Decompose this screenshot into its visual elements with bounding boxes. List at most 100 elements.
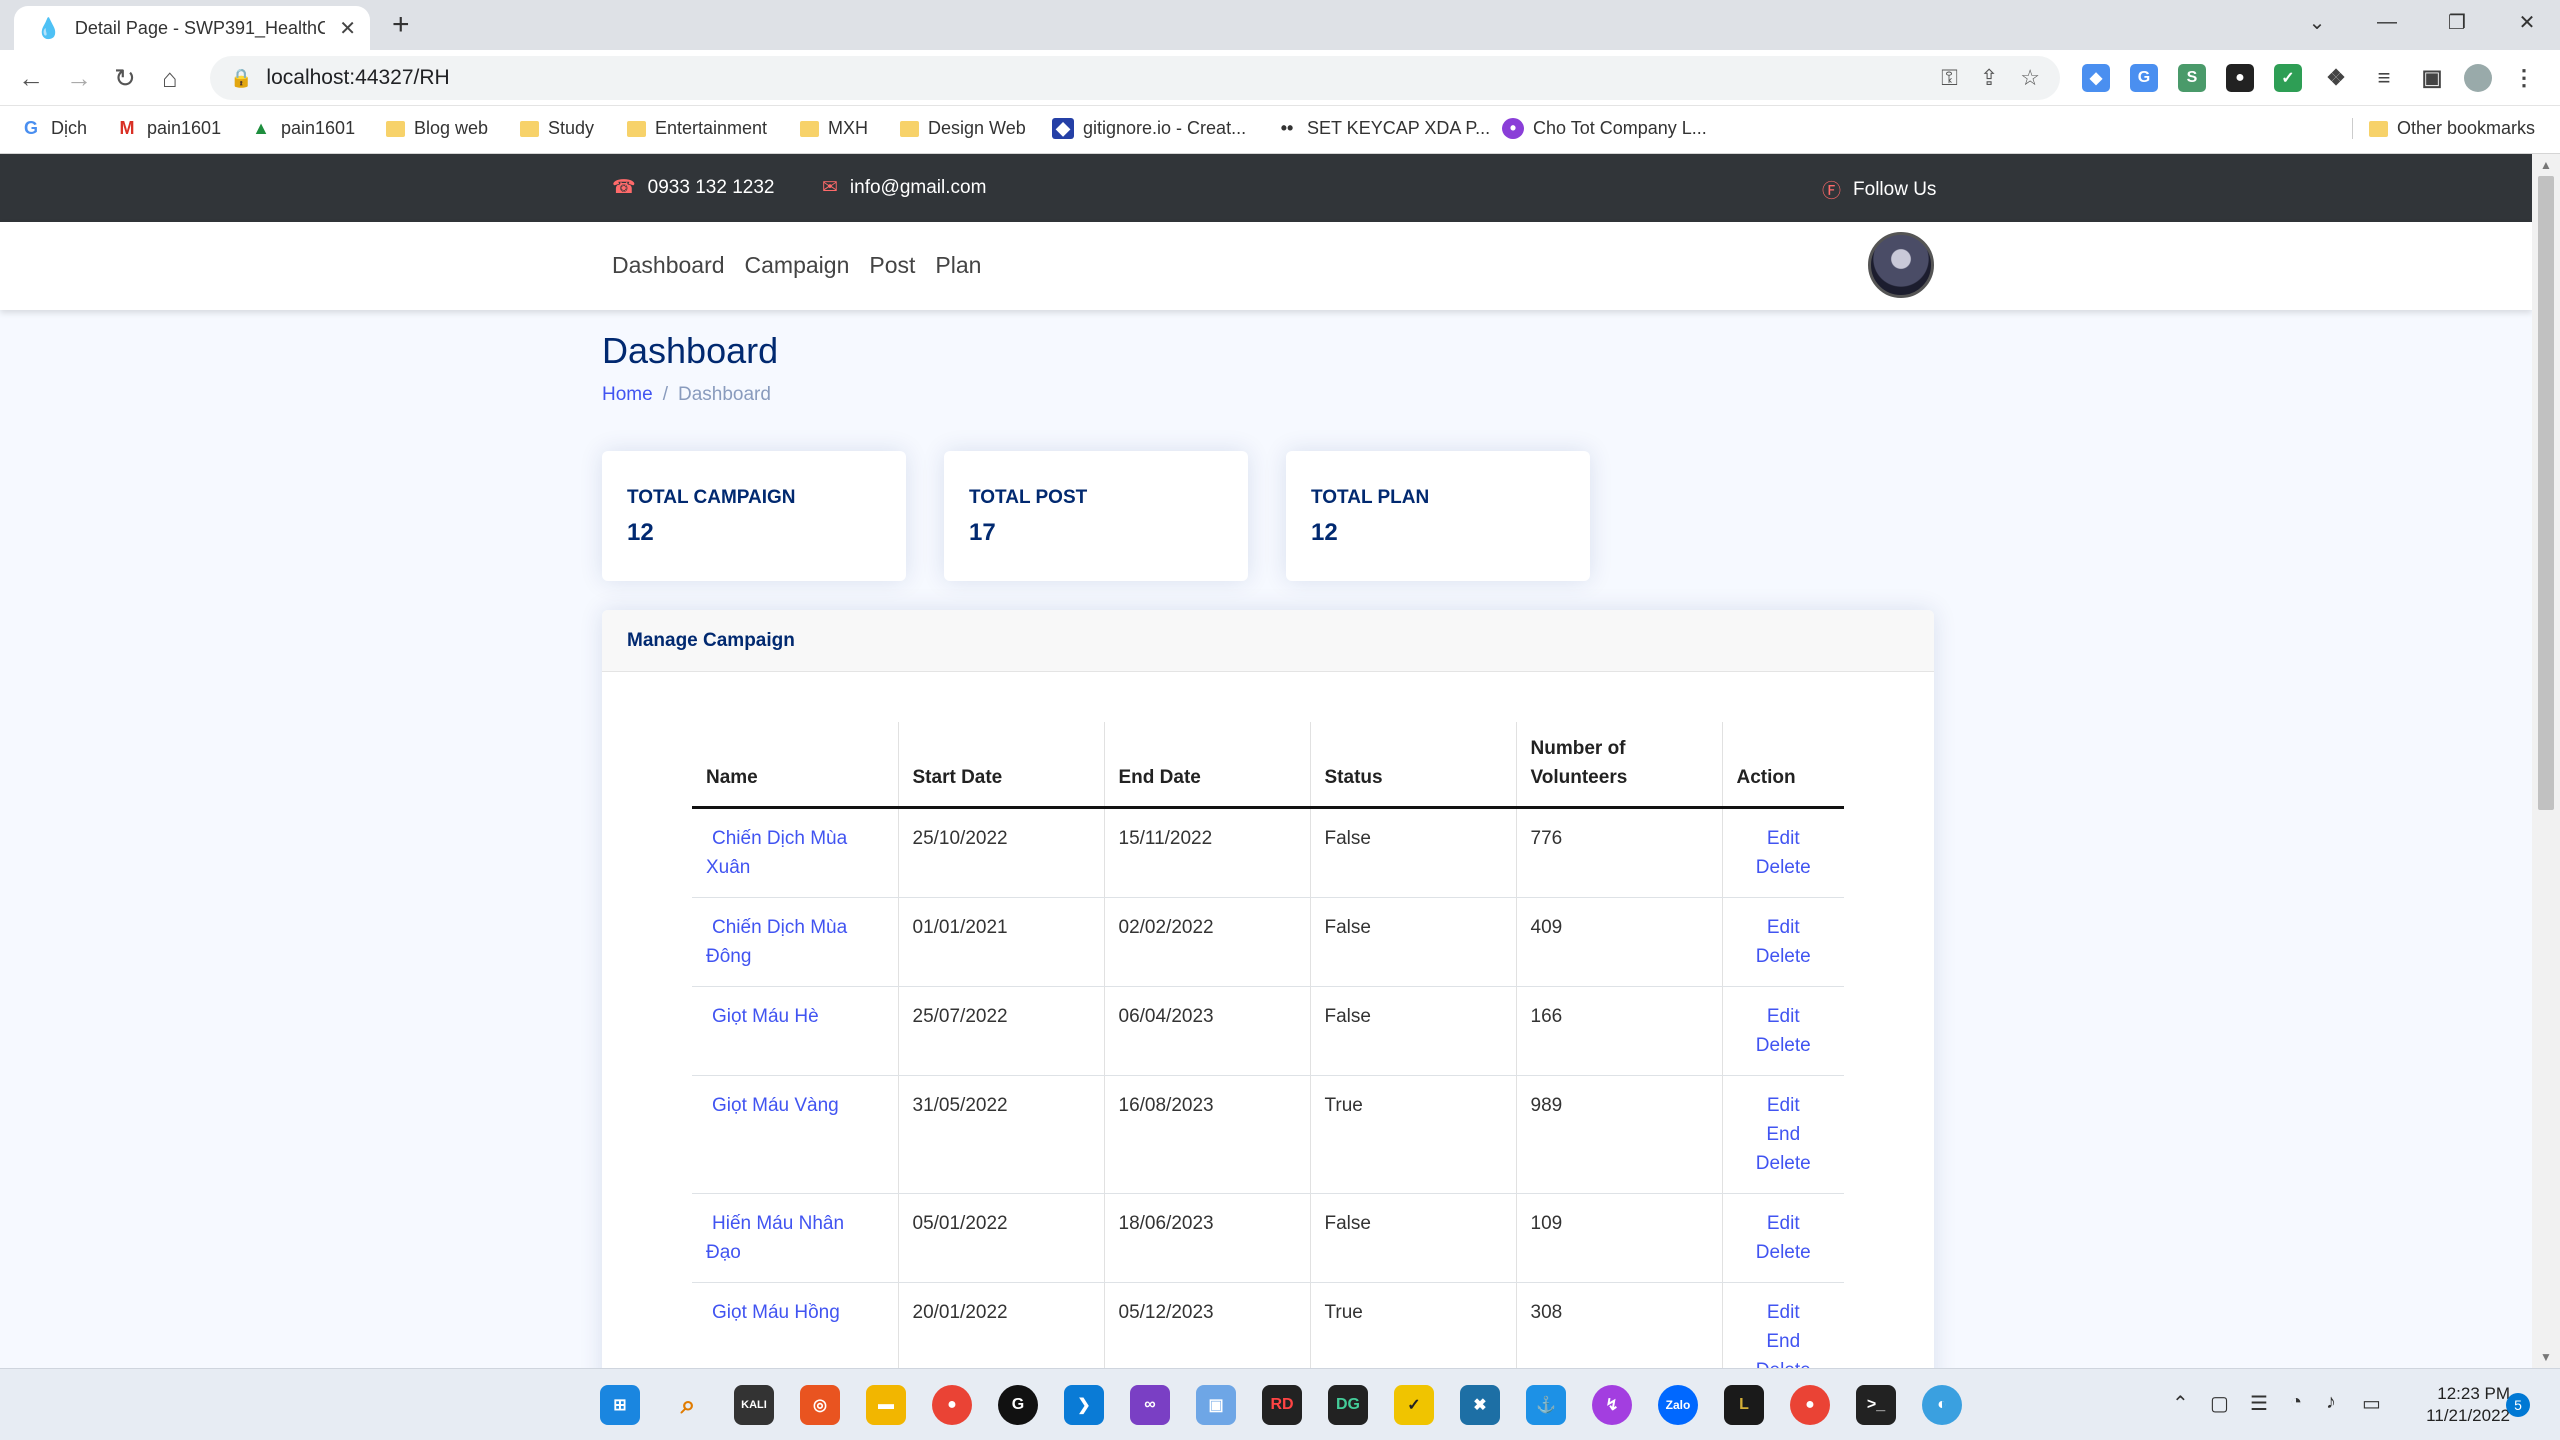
share-icon[interactable]: ⇪ xyxy=(1980,65,1998,91)
tab-search-icon[interactable]: ⌄ xyxy=(2282,0,2352,44)
edit-link[interactable]: Edit xyxy=(1731,1002,1837,1031)
reload-icon[interactable]: ↻ xyxy=(114,62,136,94)
tray-overflow-icon[interactable]: ⌃ xyxy=(2172,1391,2189,1416)
visual-studio-icon[interactable]: ∞ xyxy=(1130,1385,1170,1425)
side-panel-icon[interactable]: ▣ xyxy=(2418,64,2446,92)
chrome-profile-icon[interactable]: ● xyxy=(1790,1385,1830,1425)
other-bookmarks[interactable]: Other bookmarks xyxy=(2352,118,2535,139)
delete-link[interactable]: Delete xyxy=(1731,942,1837,971)
nav-dashboard[interactable]: Dashboard xyxy=(612,252,725,279)
campaign-name-link[interactable]: Giọt Máu Hè xyxy=(706,1006,819,1027)
terminal-icon[interactable]: >_ xyxy=(1856,1385,1896,1425)
browser-menu-icon[interactable]: ⋮ xyxy=(2510,64,2538,92)
nav-plan[interactable]: Plan xyxy=(935,252,981,279)
bookmark-item[interactable]: Blog web xyxy=(386,118,488,139)
delete-link[interactable]: Delete xyxy=(1731,1149,1837,1178)
reading-list-icon[interactable]: ≡ xyxy=(2370,64,2398,92)
rider-icon[interactable]: RD xyxy=(1262,1385,1302,1425)
new-tab-icon[interactable]: + xyxy=(392,8,410,42)
ssms-icon[interactable]: ✖ xyxy=(1460,1385,1500,1425)
language-icon[interactable]: ☰ xyxy=(2250,1391,2268,1416)
contact-email[interactable]: ✉ info@gmail.com xyxy=(822,176,986,199)
campaign-name-link[interactable]: Chiến Dịch Mùa Xuân xyxy=(706,828,847,878)
messenger-icon[interactable]: ↯ xyxy=(1592,1385,1632,1425)
column-header-status: Status xyxy=(1310,722,1517,809)
minimize-icon[interactable]: — xyxy=(2352,0,2422,44)
end-link[interactable]: End xyxy=(1731,1327,1837,1356)
breadcrumb-home[interactable]: Home xyxy=(602,384,653,405)
docker-icon[interactable]: ⚓ xyxy=(1526,1385,1566,1425)
back-icon[interactable]: ← xyxy=(18,62,44,94)
g-app-icon[interactable]: G xyxy=(998,1385,1038,1425)
wifi-icon[interactable]: ◔ xyxy=(2290,1391,2302,1414)
bookmark-item[interactable]: MXH xyxy=(800,118,868,139)
user-avatar[interactable] xyxy=(1868,232,1934,298)
delete-link[interactable]: Delete xyxy=(1731,1238,1837,1267)
file-explorer-icon[interactable]: ▬ xyxy=(866,1385,906,1425)
chrome-icon[interactable]: ● xyxy=(932,1385,972,1425)
address-bar[interactable]: 🔒 localhost:44327/RH ⚿ ⇪ ☆ xyxy=(210,56,2060,100)
sticky-app-icon[interactable]: ✓ xyxy=(1394,1385,1434,1425)
bookmark-item[interactable]: ▲ pain1601 xyxy=(250,118,355,139)
globe-app-icon[interactable]: ◐ xyxy=(1922,1385,1962,1425)
vscode-icon[interactable]: ❯ xyxy=(1064,1385,1104,1425)
bookmark-item[interactable]: G Dịch xyxy=(20,118,87,139)
extension-translate-icon[interactable]: G xyxy=(2130,64,2158,92)
forward-icon[interactable]: → xyxy=(66,62,92,94)
tray-app-icon[interactable]: ▢ xyxy=(2210,1391,2229,1416)
battery-icon[interactable]: ▭ xyxy=(2362,1391,2381,1416)
nav-campaign[interactable]: Campaign xyxy=(745,252,850,279)
bookmark-item[interactable]: Study xyxy=(520,118,594,139)
star-icon[interactable]: ☆ xyxy=(2020,65,2040,91)
kali-icon[interactable]: KALI xyxy=(734,1385,774,1425)
extension-shield-icon[interactable]: ✓ xyxy=(2274,64,2302,92)
close-tab-icon[interactable]: ✕ xyxy=(339,16,356,41)
scroll-down-icon[interactable]: ▼ xyxy=(2540,1350,2552,1364)
key-icon[interactable]: ⚿ xyxy=(1941,65,1958,91)
campaign-name-link[interactable]: Chiến Dịch Mùa Đông xyxy=(706,917,847,967)
campaign-name-link[interactable]: Giọt Máu Vàng xyxy=(706,1095,839,1116)
edit-link[interactable]: Edit xyxy=(1731,1298,1837,1327)
extension-s-icon[interactable]: S xyxy=(2178,64,2206,92)
browser-tab[interactable]: 💧 Detail Page - SWP391_HealthCar ✕ xyxy=(14,6,370,50)
profile-avatar-icon[interactable] xyxy=(2464,64,2492,92)
edit-link[interactable]: Edit xyxy=(1731,1091,1837,1120)
campaign-name-link[interactable]: Hiến Máu Nhân Đạo xyxy=(706,1213,844,1263)
bookmark-item[interactable]: Design Web xyxy=(900,118,1026,139)
edit-link[interactable]: Edit xyxy=(1731,913,1837,942)
bookmark-item[interactable]: ◆ gitignore.io - Creat... xyxy=(1052,118,1246,139)
system-clock[interactable]: 12:23 PM 11/21/2022 xyxy=(2400,1383,2510,1427)
cube-app-icon[interactable]: ▣ xyxy=(1196,1385,1236,1425)
home-icon[interactable]: ⌂ xyxy=(162,62,178,94)
ubuntu-icon[interactable]: ◎ xyxy=(800,1385,840,1425)
edit-link[interactable]: Edit xyxy=(1731,824,1837,853)
extension-drop-icon[interactable]: ◆ xyxy=(2082,64,2110,92)
bookmark-item[interactable]: • Cho Tot Company L... xyxy=(1502,118,1707,139)
scrollbar-thumb[interactable] xyxy=(2538,176,2554,810)
close-window-icon[interactable]: ✕ xyxy=(2492,0,2560,44)
notification-badge[interactable]: 5 xyxy=(2506,1393,2530,1417)
end-link[interactable]: End xyxy=(1731,1120,1837,1149)
nav-post[interactable]: Post xyxy=(869,252,915,279)
contact-phone[interactable]: ☎ 0933 132 1232 xyxy=(612,176,774,199)
page-scrollbar[interactable]: ▲ ▼ xyxy=(2532,154,2560,1368)
league-icon[interactable]: L xyxy=(1724,1385,1764,1425)
follow-us-link[interactable]: Ⓕ Follow Us xyxy=(1822,176,1936,203)
extension-eyes-icon[interactable]: ● xyxy=(2226,64,2254,92)
scroll-up-icon[interactable]: ▲ xyxy=(2540,158,2552,172)
datagrip-icon[interactable]: DG xyxy=(1328,1385,1368,1425)
bookmark-item[interactable]: Mpain1601 xyxy=(116,118,222,139)
bookmark-item[interactable]: •• SET KEYCAP XDA P... xyxy=(1276,118,1490,139)
delete-link[interactable]: Delete xyxy=(1731,1031,1837,1060)
campaign-name-link[interactable]: Giọt Máu Hồng xyxy=(706,1302,840,1323)
windows-start-icon[interactable]: ⊞ xyxy=(600,1385,640,1425)
edit-link[interactable]: Edit xyxy=(1731,1209,1837,1238)
search-icon[interactable]: ⌕ xyxy=(668,1385,708,1425)
volume-icon[interactable]: ♪ xyxy=(2326,1391,2336,1414)
delete-link[interactable]: Delete xyxy=(1731,853,1837,882)
bookmark-item[interactable]: Entertainment xyxy=(627,118,767,139)
restore-icon[interactable]: ❐ xyxy=(2422,0,2492,44)
extensions-puzzle-icon[interactable]: ❖ xyxy=(2322,64,2350,92)
zalo-icon[interactable]: Zalo xyxy=(1658,1385,1698,1425)
url-text[interactable]: localhost:44327/RH xyxy=(266,66,1919,90)
